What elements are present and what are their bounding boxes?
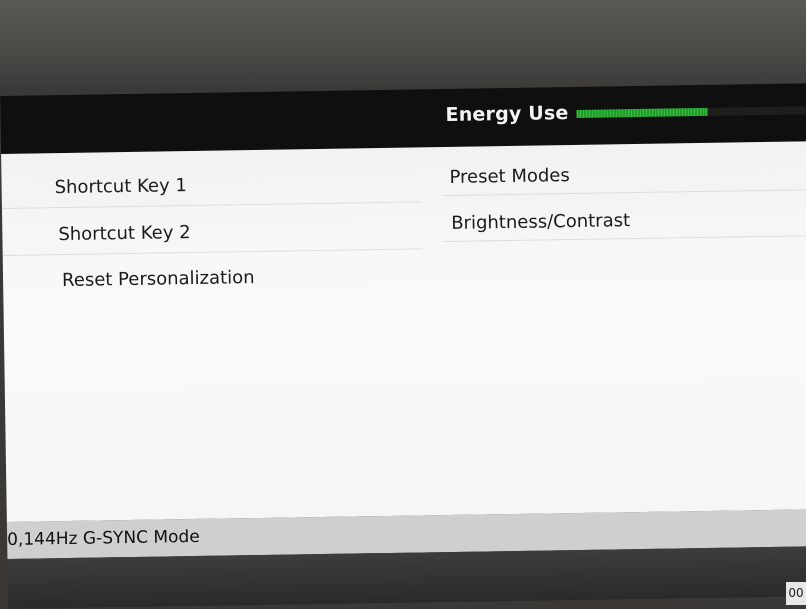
- menu-divider: [1, 201, 422, 209]
- energy-use-label: Energy Use: [445, 102, 569, 127]
- menu-item-shortcut-key-1[interactable]: Shortcut Key 1: [54, 175, 187, 198]
- menu-divider: [441, 189, 806, 197]
- menu-divider: [442, 235, 806, 243]
- menu-item-preset-modes[interactable]: Preset Modes: [449, 165, 570, 188]
- menu-item-reset-personalization[interactable]: Reset Personalization: [62, 267, 255, 291]
- refresh-rate-status: 0,144Hz G-SYNC Mode: [7, 526, 200, 550]
- menu-item-brightness-contrast[interactable]: Brightness/Contrast: [451, 210, 630, 234]
- osd-menu: Energy Use Shortcut Key 1 Shortcut Key 2…: [0, 71, 806, 609]
- energy-use-meter-fill: [576, 107, 708, 118]
- energy-use-meter: [576, 106, 806, 118]
- menu-panel: Shortcut Key 1 Shortcut Key 2 Reset Pers…: [1, 141, 806, 522]
- corner-indicator: 00: [786, 582, 806, 605]
- menu-item-shortcut-key-2[interactable]: Shortcut Key 2: [58, 222, 191, 245]
- menu-divider: [2, 248, 423, 256]
